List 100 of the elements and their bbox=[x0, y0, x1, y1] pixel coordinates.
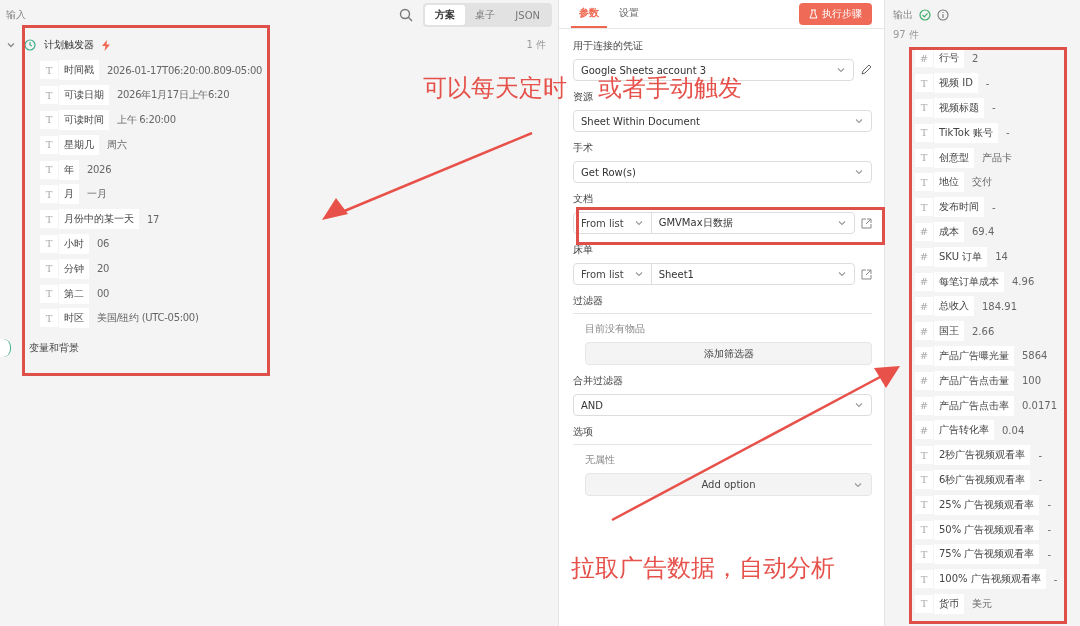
type-icon: T bbox=[915, 545, 933, 564]
type-icon: T bbox=[915, 74, 933, 93]
external-link-icon[interactable] bbox=[861, 217, 872, 229]
type-icon: T bbox=[915, 495, 933, 514]
chevron-icon bbox=[854, 116, 864, 126]
type-icon: T bbox=[40, 86, 58, 105]
type-icon: T bbox=[915, 446, 933, 465]
field-key: SKU 订单 bbox=[934, 246, 988, 267]
empty-message: 目前没有物品 bbox=[584, 322, 646, 336]
field-key: 月 bbox=[59, 184, 79, 205]
mode-select[interactable]: From list bbox=[574, 213, 652, 233]
field-value: - bbox=[1005, 127, 1010, 139]
type-icon: T bbox=[40, 160, 58, 179]
add-option-dropdown[interactable]: Add option bbox=[585, 473, 872, 496]
type-icon: # bbox=[915, 371, 933, 390]
field-value: - bbox=[1038, 474, 1042, 486]
mode-select[interactable]: From list bbox=[574, 264, 652, 284]
select-field[interactable]: Get Row(s) bbox=[573, 161, 872, 183]
field-value: 上午 6:20:00 bbox=[117, 113, 176, 127]
field-key: 总收入 bbox=[934, 296, 974, 317]
field-key: 视频 ID bbox=[934, 73, 978, 94]
field-value: 2 bbox=[972, 52, 979, 64]
field-value: 2026 bbox=[87, 164, 112, 176]
view-tab[interactable]: 桌子 bbox=[465, 5, 506, 25]
select-field[interactable]: AND bbox=[573, 394, 872, 416]
type-icon: # bbox=[915, 297, 933, 316]
field-value: 06 bbox=[97, 238, 110, 250]
type-icon: T bbox=[915, 520, 933, 539]
field-value: - bbox=[1047, 524, 1051, 536]
field-key: 每笔订单成本 bbox=[934, 271, 1004, 292]
field-key: 月份中的某一天 bbox=[59, 209, 139, 230]
chevron-icon bbox=[633, 218, 644, 228]
field-value: 0.04 bbox=[1002, 424, 1025, 436]
field-key: 广告转化率 bbox=[934, 420, 994, 441]
info-icon[interactable] bbox=[937, 9, 949, 21]
type-icon: T bbox=[40, 309, 58, 328]
view-tab[interactable]: JSON bbox=[505, 5, 550, 25]
type-icon: T bbox=[915, 570, 933, 589]
type-icon: T bbox=[40, 135, 58, 154]
field-value: 2.66 bbox=[972, 325, 995, 337]
chevron-icon bbox=[836, 65, 846, 75]
lightning-icon bbox=[102, 39, 110, 51]
field-key: 小时 bbox=[59, 233, 89, 254]
field-key: 时间戳 bbox=[59, 60, 99, 81]
field-value: 0.0171 bbox=[1022, 400, 1057, 412]
field-key: TikTok 账号 bbox=[934, 122, 998, 143]
field-value: 周六 bbox=[107, 137, 127, 152]
field-value: 69.4 bbox=[972, 226, 995, 238]
field-value: - bbox=[992, 201, 996, 213]
field-key: 货币 bbox=[934, 593, 964, 614]
field-value: - bbox=[1047, 499, 1051, 511]
field-key: 产品广告曝光量 bbox=[934, 345, 1014, 366]
add-filter-button[interactable]: 添加筛选器 bbox=[585, 342, 872, 365]
chevron-icon bbox=[854, 400, 864, 410]
search-icon[interactable] bbox=[399, 8, 414, 22]
select-field[interactable]: Sheet1 bbox=[651, 268, 854, 280]
clock-icon bbox=[24, 39, 36, 51]
type-icon: # bbox=[915, 421, 933, 440]
field-label: 手术 bbox=[573, 141, 593, 155]
pencil-icon[interactable] bbox=[860, 64, 872, 76]
type-icon: T bbox=[40, 234, 58, 253]
field-key: 6秒广告视频观看率 bbox=[934, 469, 1031, 490]
flask-icon bbox=[809, 9, 818, 19]
chevron-icon bbox=[633, 269, 644, 279]
field-value: 17 bbox=[147, 213, 160, 225]
tab[interactable]: 设置 bbox=[611, 0, 647, 28]
field-value: - bbox=[985, 77, 990, 89]
field-value: - bbox=[1038, 449, 1042, 461]
field-label: 资源 bbox=[573, 90, 593, 104]
chevron-icon[interactable] bbox=[6, 40, 16, 50]
field-key: 第二 bbox=[59, 283, 89, 304]
type-icon: T bbox=[915, 173, 933, 192]
field-key: 可读日期 bbox=[59, 85, 109, 106]
field-label: 床单 bbox=[573, 243, 593, 257]
field-label: 用于连接的凭证 bbox=[573, 39, 643, 53]
node-name: 计划触发器 bbox=[44, 38, 94, 52]
field-key: 75% 广告视频观看率 bbox=[934, 544, 1040, 565]
type-icon: # bbox=[915, 322, 933, 341]
panel-title: 输出 bbox=[893, 8, 913, 22]
select-field[interactable]: GMVMax日数据 bbox=[651, 216, 854, 230]
view-tab[interactable]: 方案 bbox=[425, 5, 466, 25]
field-value: 美元 bbox=[972, 596, 992, 611]
section-title[interactable]: 变量和背景 bbox=[29, 340, 79, 355]
type-icon: T bbox=[40, 111, 58, 129]
field-value: - bbox=[1053, 573, 1058, 585]
select-field[interactable]: Sheet Within Document bbox=[573, 110, 872, 132]
item-count: 97 件 bbox=[893, 28, 920, 42]
field-label: 文档 bbox=[573, 192, 593, 206]
type-icon: T bbox=[915, 470, 933, 489]
chevron-icon bbox=[837, 269, 847, 279]
field-value: 2026年1月17日上午6:20 bbox=[117, 88, 230, 103]
field-value: 100 bbox=[1022, 375, 1042, 387]
field-value: 交付 bbox=[972, 175, 992, 190]
field-key: 年 bbox=[59, 159, 79, 180]
field-key: 成本 bbox=[934, 221, 964, 242]
external-link-icon[interactable] bbox=[861, 268, 872, 280]
field-key: 50% 广告视频观看率 bbox=[934, 519, 1040, 540]
field-key: 时区 bbox=[59, 308, 89, 329]
annotation-text: 可以每天定时 bbox=[423, 73, 567, 104]
type-icon: T bbox=[40, 210, 58, 229]
